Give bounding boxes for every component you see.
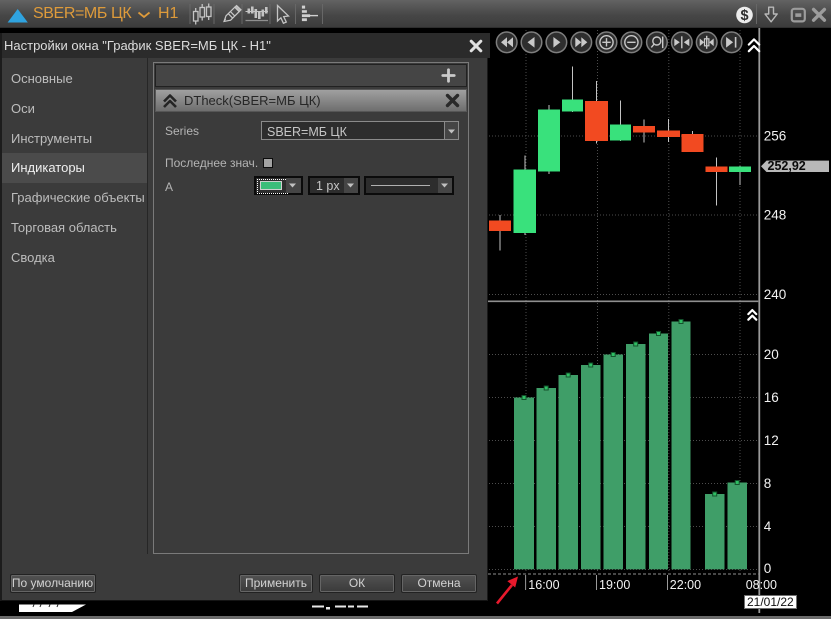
svg-text:19:00: 19:00 — [599, 578, 630, 592]
svg-text:252,92: 252,92 — [768, 159, 806, 173]
svg-text:$: $ — [741, 8, 749, 24]
svg-text:16: 16 — [764, 390, 779, 405]
svg-text:20: 20 — [764, 347, 779, 362]
svg-text:240: 240 — [764, 287, 787, 302]
svg-text:12: 12 — [764, 433, 779, 448]
svg-text:22:00: 22:00 — [670, 578, 701, 592]
svg-text:21/01/22: 21/01/22 — [747, 595, 794, 609]
svg-text:256: 256 — [764, 129, 787, 144]
svg-text:08:00: 08:00 — [746, 578, 777, 592]
svg-text:248: 248 — [764, 208, 787, 223]
svg-text:0: 0 — [764, 561, 772, 576]
svg-text:16:00: 16:00 — [528, 578, 559, 592]
svg-text:4: 4 — [764, 519, 772, 534]
svg-text:8: 8 — [764, 476, 772, 491]
